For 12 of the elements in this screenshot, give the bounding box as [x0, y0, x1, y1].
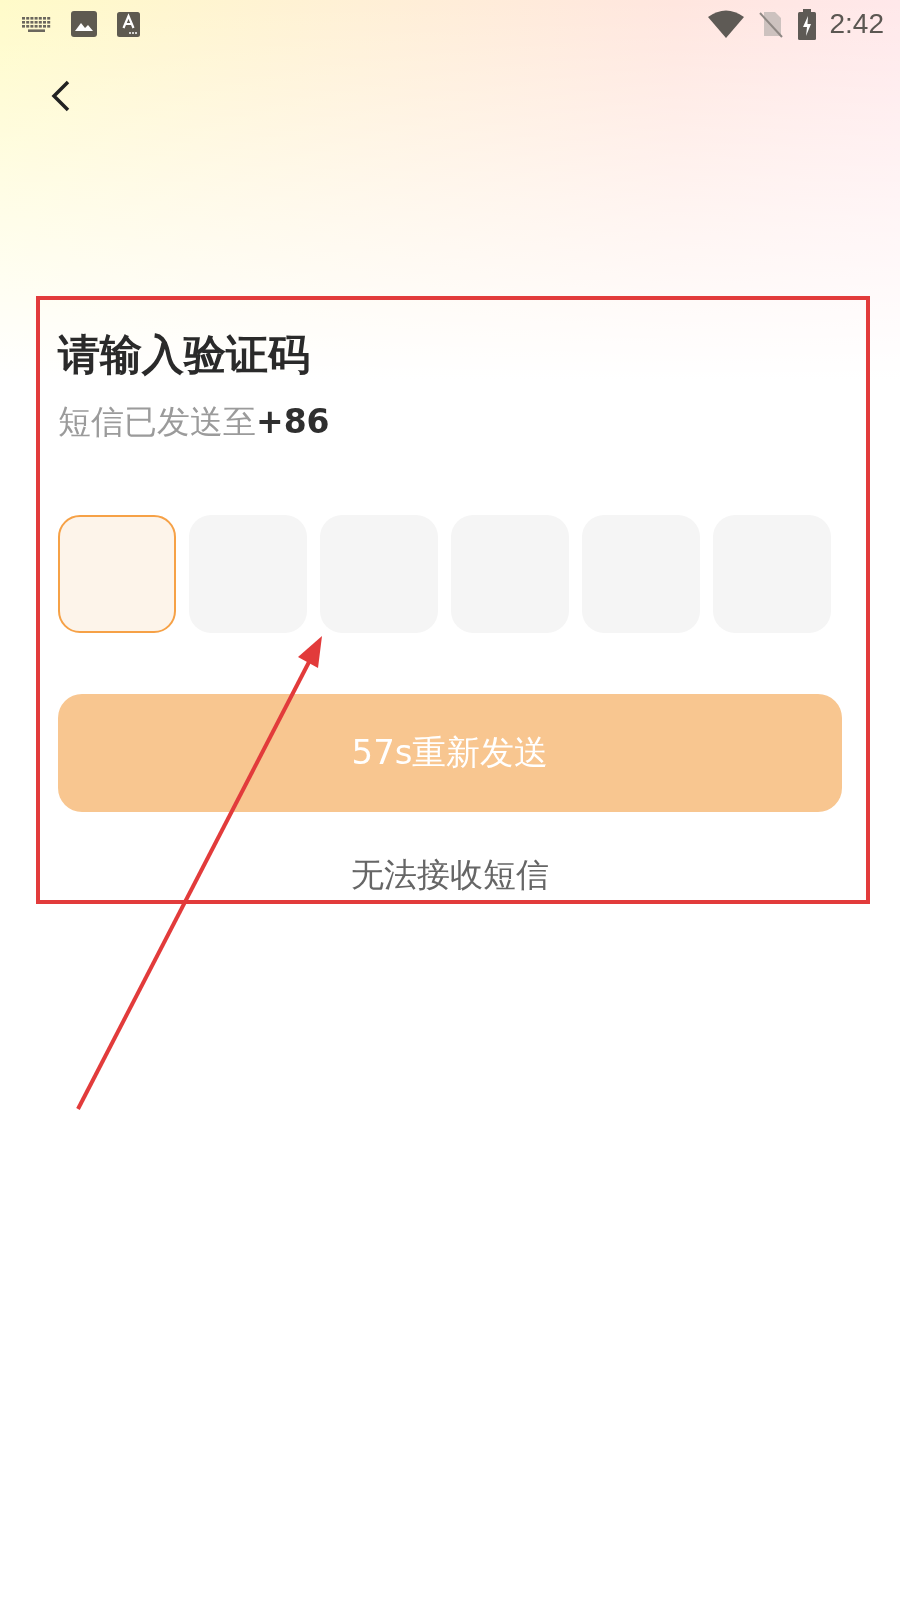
status-time: 2:42 — [829, 8, 884, 40]
keyboard-icon — [22, 16, 51, 32]
image-icon — [71, 11, 97, 37]
help-link[interactable]: 无法接收短信 — [351, 853, 549, 896]
code-digit-field[interactable] — [58, 515, 176, 633]
battery-charging-icon — [797, 8, 816, 40]
sms-sent-text: 短信已发送至+86 — [58, 401, 331, 443]
back-chevron-icon — [50, 80, 70, 112]
no-sim-icon — [757, 10, 784, 38]
text-icon — [117, 11, 140, 37]
page-title: 请输入验证码 — [58, 330, 311, 380]
wifi-icon — [707, 10, 744, 38]
